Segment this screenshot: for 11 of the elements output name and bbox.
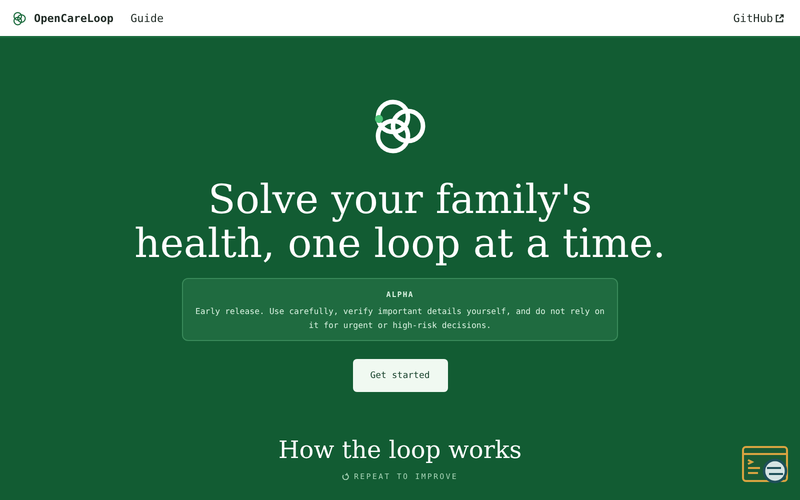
get-started-button[interactable]: Get started	[352, 359, 448, 392]
brand-link[interactable]: OpenCareLoop	[12, 10, 114, 26]
logo-icon	[12, 10, 27, 26]
nav-link[interactable]: Guide	[130, 12, 164, 24]
repeat-icon	[342, 473, 350, 480]
dev-tools-button[interactable]	[742, 446, 790, 486]
section-title: How the loop works	[278, 436, 522, 464]
hero-headline: Solve your family's health, one loop at a time.	[134, 178, 666, 266]
notice-text: Early release. Use carefully, verify important details yourself, and do not rely on it for urgent or high-risk decisions.	[194, 305, 606, 332]
external-link-icon	[775, 14, 784, 22]
github-link[interactable]: GitHub	[733, 12, 784, 24]
